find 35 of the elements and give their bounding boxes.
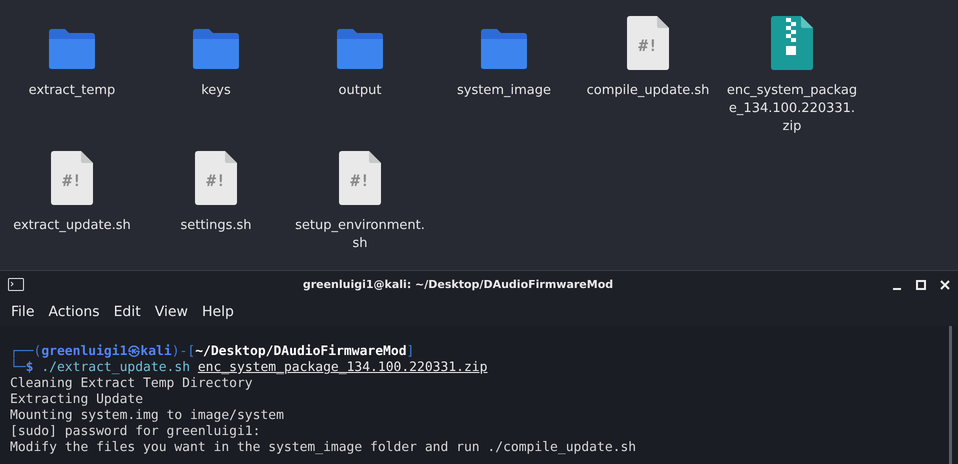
file-label[interactable]: compile_update.sh	[582, 82, 714, 100]
script-file-icon: #!	[195, 151, 237, 205]
file-label[interactable]: enc_system_package_134.100.220331.zip	[726, 82, 858, 136]
file-label[interactable]: extract_update.sh	[6, 217, 138, 235]
menu-item[interactable]: Edit	[108, 302, 146, 322]
command-line: └─$ ./extract_update.sh enc_system_package_134.100.220331.zip	[10, 360, 488, 376]
prompt-line: ┌──(greenluigi1㉿kali)-[~/Desktop/DAudioFirmwareMod]	[10, 344, 414, 359]
output-line: Extracting Update	[10, 392, 144, 408]
file-label[interactable]: setup_environment.sh	[294, 217, 426, 253]
script-file-icon: #!	[51, 151, 93, 205]
zip-file-icon	[771, 16, 813, 70]
script-file-icon: #!	[339, 151, 381, 205]
output-line: Mounting system.img to image/system	[10, 408, 284, 424]
close-icon[interactable]	[940, 280, 950, 290]
maximize-icon[interactable]	[916, 280, 926, 290]
menu-item[interactable]: View	[150, 302, 193, 322]
menu-item[interactable]: Actions	[43, 302, 105, 322]
file-label[interactable]: system_image	[438, 82, 570, 100]
folder-icon	[191, 28, 241, 70]
menu-item[interactable]: Help	[196, 302, 239, 322]
window-title: greenluigi1@kali: ~/Desktop/DAudioFirmwareMod	[302, 278, 614, 291]
script-file-icon: #!	[627, 16, 669, 70]
file-label[interactable]: settings.sh	[150, 217, 282, 235]
output-line: Modify the files you want in the system_image folder and run ./compile_update.sh	[10, 440, 636, 456]
file-label[interactable]: keys	[150, 82, 282, 100]
output-line: [sudo] password for greenluigi1:	[10, 424, 260, 440]
folder-icon	[479, 28, 529, 70]
scrollbar[interactable]	[949, 326, 952, 464]
folder-icon	[335, 28, 385, 70]
terminal-icon	[8, 278, 24, 291]
output-line: Cleaning Extract Temp Directory	[10, 376, 253, 392]
folder-icon	[47, 28, 97, 70]
file-label[interactable]: output	[294, 82, 426, 100]
menu-item[interactable]: File	[6, 302, 40, 322]
file-label[interactable]: extract_temp	[6, 82, 138, 100]
